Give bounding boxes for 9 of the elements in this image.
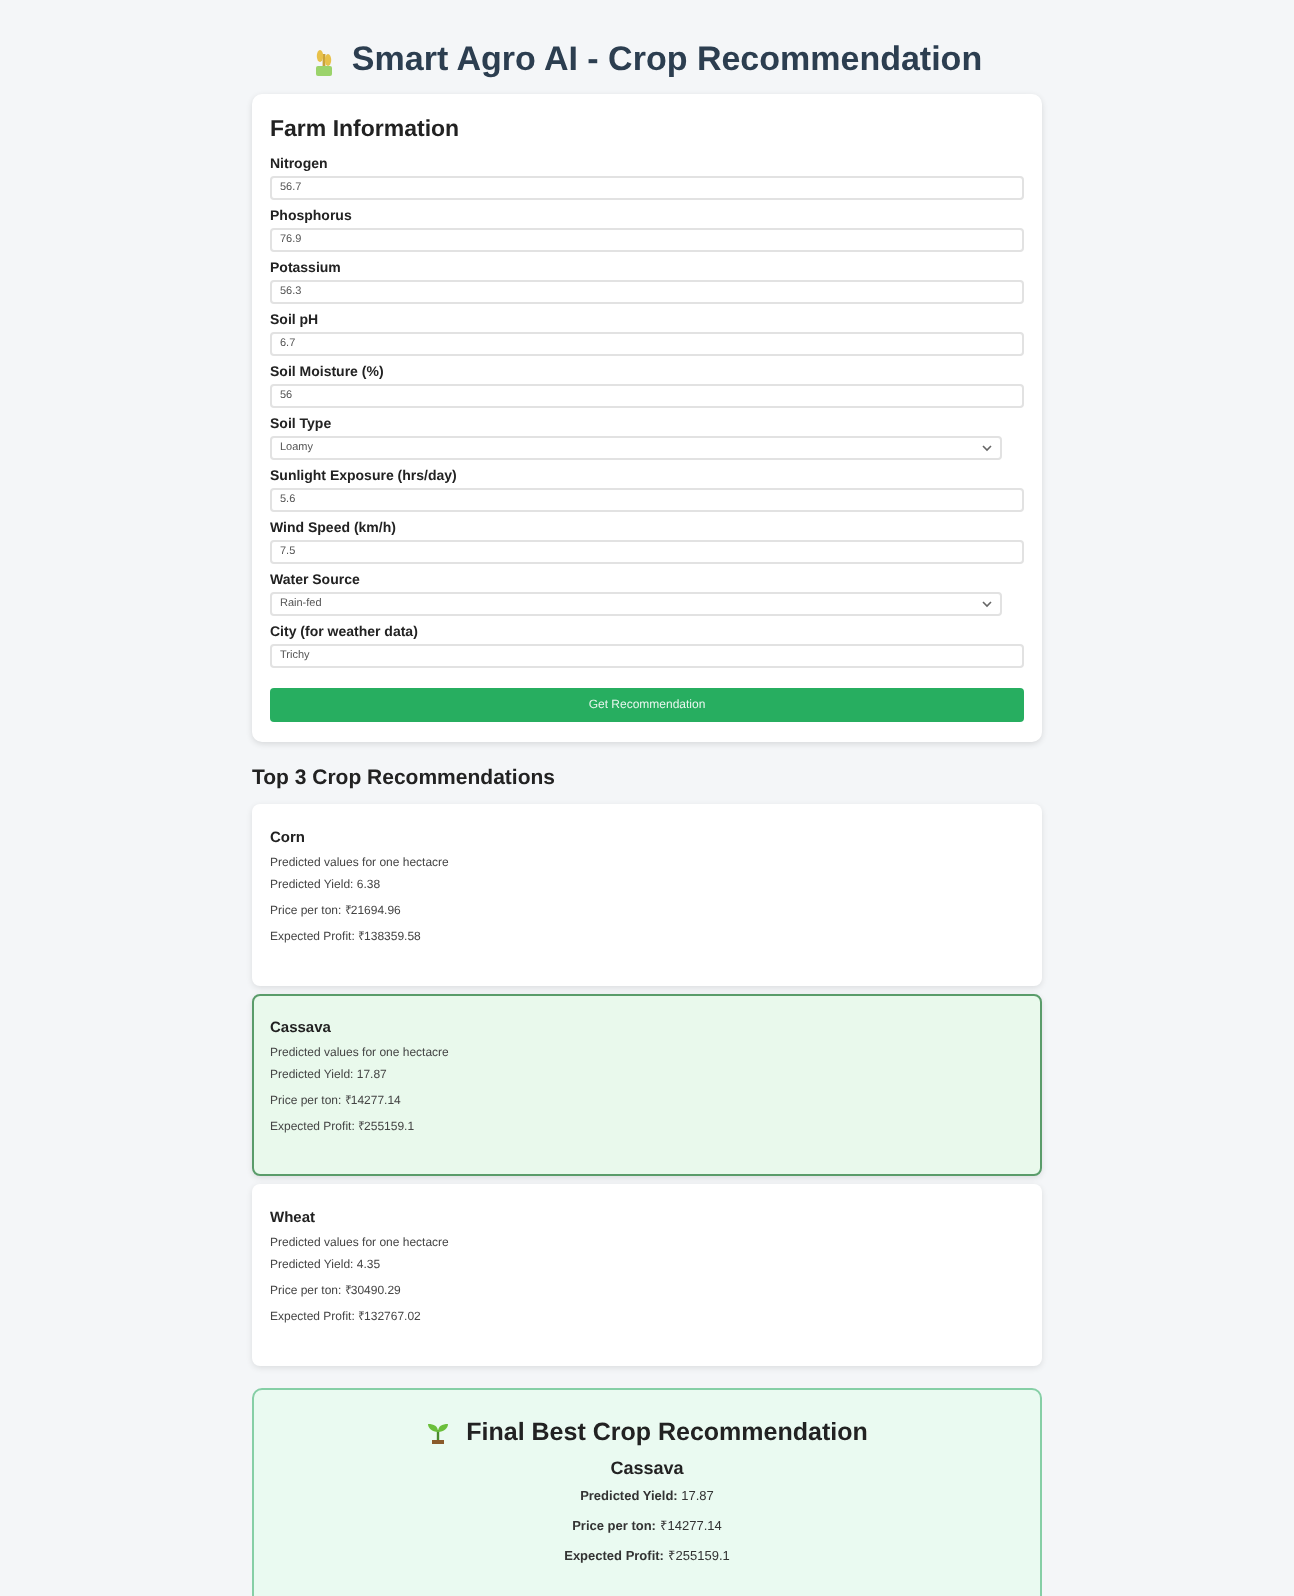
card-heading: Farm Information — [270, 118, 462, 142]
page-title: Smart Agro AI - Crop Recommendation — [351, 40, 983, 80]
final-crop-name: Cassava — [610, 1458, 684, 1478]
seedling-icon — [426, 1420, 451, 1444]
chevron-down-icon — [981, 600, 992, 608]
final-heading: Final Best Crop Recommendation — [466, 1418, 868, 1446]
section-heading: Top 3 Crop Recommendations — [252, 766, 557, 790]
wheat-icon — [311, 44, 336, 76]
chevron-down-icon — [981, 444, 992, 452]
